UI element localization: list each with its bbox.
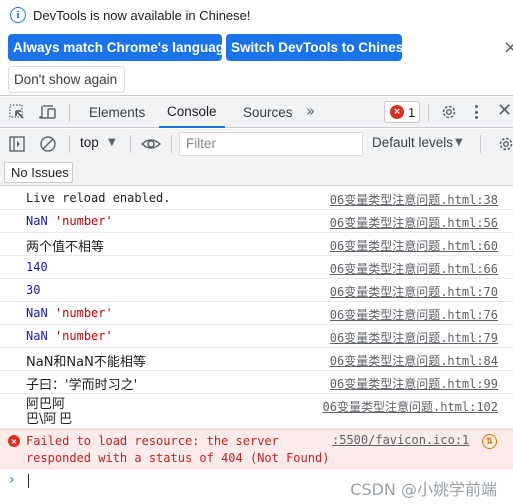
network-request-icon[interactable]: ⇅ bbox=[482, 434, 497, 449]
source-link[interactable]: 06变量类型注意问题.html:102 bbox=[323, 398, 498, 415]
error-count: 1 bbox=[408, 104, 416, 120]
log-message-text: NaN 'number' bbox=[26, 329, 113, 343]
log-text-part: NaN和NaN不能相等 bbox=[26, 355, 146, 370]
prompt-chevron-icon: › bbox=[9, 472, 15, 488]
console-log-message: 子曰：'学而时习之' 06变量类型注意问题.html:99 bbox=[0, 371, 513, 394]
console-filter-input[interactable]: Filter bbox=[179, 132, 363, 156]
log-number-value: NaN bbox=[26, 306, 48, 320]
console-settings-gear-icon[interactable] bbox=[497, 135, 513, 153]
always-match-language-button[interactable]: Always match Chrome's language bbox=[8, 34, 232, 61]
log-string-value: 'number' bbox=[54, 306, 113, 320]
issues-bar: No Issues bbox=[0, 159, 513, 186]
log-message-text: 两个值不相等 bbox=[26, 236, 104, 255]
console-log-message: 30 06变量类型注意问题.html:70 bbox=[0, 279, 513, 302]
log-text-part: 阿巴阿 巴\阿 巴 bbox=[26, 397, 73, 427]
tab-console[interactable]: Console bbox=[159, 97, 225, 128]
switch-to-chinese-button[interactable]: Switch DevTools to Chinese bbox=[226, 34, 411, 61]
levels-dropdown-arrow-icon[interactable]: ▼ bbox=[455, 137, 463, 148]
console-messages: Live reload enabled. 06变量类型注意问题.html:38 Na… bbox=[0, 187, 513, 493]
close-devtools-icon[interactable]: ✕ bbox=[497, 100, 512, 121]
infobar-message-row: i DevTools is now available in Chinese! bbox=[10, 7, 251, 23]
live-expression-eye-icon[interactable] bbox=[140, 135, 162, 153]
source-link[interactable]: 06变量类型注意问题.html:99 bbox=[330, 375, 498, 392]
source-link[interactable]: 06变量类型注意问题.html:76 bbox=[330, 306, 498, 323]
toolbar-divider bbox=[171, 135, 172, 153]
log-message-text: 30 bbox=[26, 283, 40, 297]
log-number-value: 140 bbox=[26, 260, 48, 274]
no-issues-button[interactable]: No Issues bbox=[4, 162, 73, 183]
tab-sources[interactable]: Sources bbox=[235, 97, 301, 128]
dont-show-again-button[interactable]: Don't show again bbox=[8, 66, 125, 93]
log-text-part: Live reload enabled. bbox=[26, 191, 171, 205]
clear-console-icon[interactable] bbox=[39, 135, 57, 153]
context-dropdown-arrow-icon[interactable]: ▼ bbox=[108, 137, 116, 148]
log-string-value: 'number' bbox=[54, 214, 113, 228]
log-text-part bbox=[48, 306, 55, 320]
inspect-element-icon[interactable] bbox=[8, 103, 26, 121]
watermark: CSDN @小姚学前端 bbox=[350, 480, 497, 499]
log-message-text: 140 bbox=[26, 260, 48, 274]
console-log-message: NaN 'number' 06变量类型注意问题.html:79 bbox=[0, 325, 513, 348]
devtools-tabbar: Elements Console Sources » × 1 ✕ bbox=[0, 97, 513, 128]
log-levels-dropdown[interactable]: Default levels bbox=[372, 135, 453, 150]
tab-elements[interactable]: Elements bbox=[81, 97, 153, 128]
log-text-part: 两个值不相等 bbox=[26, 240, 105, 255]
log-message-text: NaN和NaN不能相等 bbox=[26, 351, 146, 370]
toolbar-divider bbox=[69, 104, 70, 122]
source-link[interactable]: 06变量类型注意问题.html:70 bbox=[330, 283, 498, 300]
console-log-message: NaN 'number' 06变量类型注意问题.html:56 bbox=[0, 210, 513, 233]
error-icon: × bbox=[8, 435, 20, 447]
toolbar-divider bbox=[69, 135, 70, 153]
toolbar-divider bbox=[428, 104, 429, 122]
language-infobar: i DevTools is now available in Chinese! … bbox=[0, 0, 513, 96]
more-options-icon[interactable] bbox=[475, 103, 479, 121]
log-string-value: 'number' bbox=[54, 329, 113, 343]
more-tabs-icon[interactable]: » bbox=[306, 102, 315, 120]
console-log-message: 两个值不相等 06变量类型注意问题.html:60 bbox=[0, 233, 513, 256]
log-message-text: 子曰：'学而时习之' bbox=[26, 374, 137, 393]
toolbar-divider bbox=[130, 135, 131, 153]
log-message-text: Live reload enabled. bbox=[26, 191, 171, 205]
console-error-message: × Failed to load resource: the server re… bbox=[0, 429, 513, 469]
error-icon: × bbox=[390, 105, 404, 119]
source-link[interactable]: 06变量类型注意问题.html:79 bbox=[330, 329, 498, 346]
context-selector[interactable]: top bbox=[80, 135, 99, 150]
console-log-message: 阿巴阿 巴\阿 巴 06变量类型注意问题.html:102 bbox=[0, 394, 513, 429]
error-source-link[interactable]: :5500/favicon.ico:1 bbox=[332, 433, 469, 447]
settings-gear-icon[interactable] bbox=[440, 103, 458, 121]
device-toolbar-icon[interactable] bbox=[39, 103, 57, 121]
console-log-message: NaN 'number' 06变量类型注意问题.html:76 bbox=[0, 302, 513, 325]
source-link[interactable]: 06变量类型注意问题.html:66 bbox=[330, 260, 498, 277]
log-number-value: 30 bbox=[26, 283, 41, 297]
show-sidebar-icon[interactable] bbox=[8, 135, 26, 153]
error-count-badge[interactable]: × 1 bbox=[384, 101, 420, 123]
console-toolbar: top ▼ Filter Default levels ▼ bbox=[0, 129, 513, 159]
console-log-message: NaN和NaN不能相等 06变量类型注意问题.html:84 bbox=[0, 348, 513, 371]
source-link[interactable]: 06变量类型注意问题.html:38 bbox=[330, 191, 498, 208]
console-log-message: 140 06变量类型注意问题.html:66 bbox=[0, 256, 513, 279]
source-link[interactable]: 06变量类型注意问题.html:84 bbox=[330, 352, 498, 369]
log-text-part: 子曰：'学而时习之' bbox=[26, 378, 138, 393]
log-number-value: NaN bbox=[26, 329, 48, 343]
log-message-text: NaN 'number' bbox=[26, 214, 113, 228]
text-caret bbox=[28, 474, 29, 488]
console-log-message: Live reload enabled. 06变量类型注意问题.html:38 bbox=[0, 187, 513, 210]
infobar-message: DevTools is now available in Chinese! bbox=[33, 7, 251, 23]
error-message-text: Failed to load resource: the server resp… bbox=[26, 434, 330, 465]
infobar-close-icon[interactable]: × bbox=[503, 37, 513, 57]
toolbar-divider bbox=[480, 135, 481, 153]
log-message-text: NaN 'number' bbox=[26, 306, 113, 320]
log-text-part bbox=[48, 214, 55, 228]
source-link[interactable]: 06变量类型注意问题.html:56 bbox=[330, 214, 498, 231]
log-message-text: 阿巴阿 巴\阿 巴 bbox=[26, 397, 72, 427]
info-icon: i bbox=[10, 7, 26, 23]
source-link[interactable]: 06变量类型注意问题.html:60 bbox=[330, 237, 498, 254]
log-number-value: NaN bbox=[26, 214, 48, 228]
log-text-part bbox=[48, 329, 55, 343]
